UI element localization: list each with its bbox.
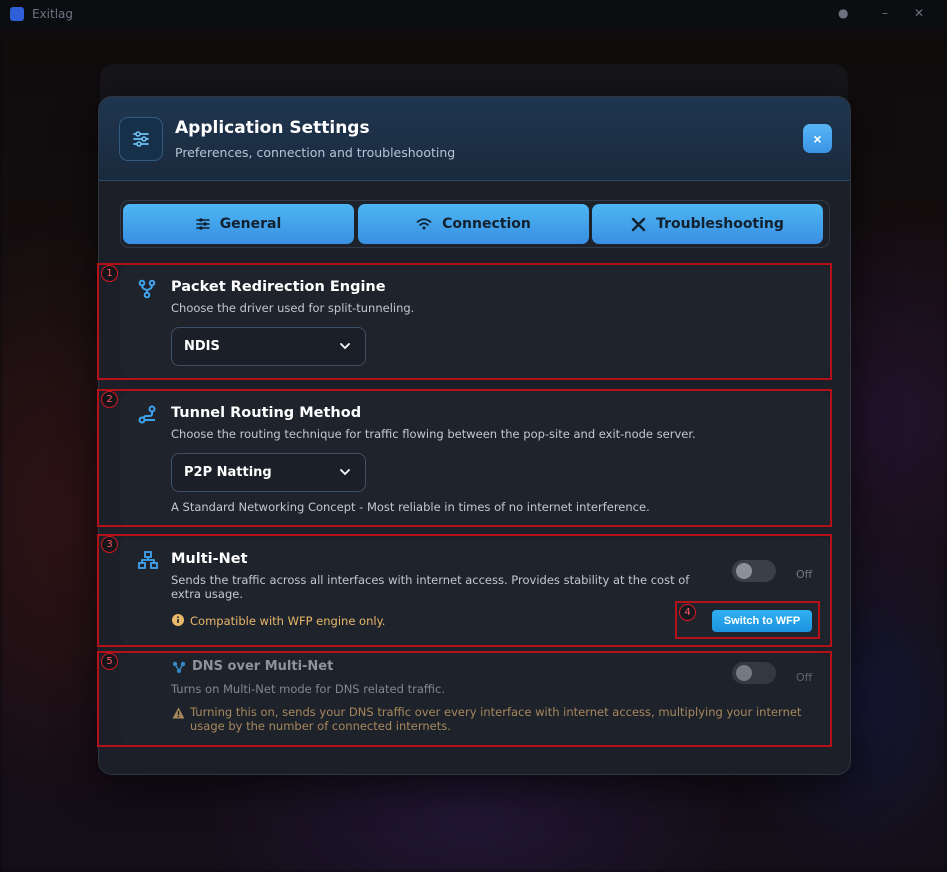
tab-troubleshooting[interactable]: Troubleshooting <box>592 204 823 244</box>
card-description: Turns on Multi-Net mode for DNS related … <box>171 682 445 696</box>
dns-multinet-toggle[interactable] <box>732 662 776 684</box>
toggle-state-label: Off <box>796 671 813 684</box>
chevron-down-icon <box>340 469 350 476</box>
window-titlebar: Exitlag ● – ✕ <box>0 0 947 28</box>
modal-title: Application Settings <box>175 118 370 138</box>
warning-icon <box>172 707 185 719</box>
chevron-down-icon <box>340 343 350 350</box>
annotation-number: 3 <box>101 536 118 553</box>
network-icon <box>138 551 158 569</box>
settings-sliders-icon <box>119 117 163 161</box>
route-icon <box>138 405 156 424</box>
app-logo <box>10 7 24 21</box>
sliders-icon <box>195 218 210 230</box>
card-description: Sends the traffic across all interfaces … <box>171 573 690 601</box>
tab-label: General <box>219 216 282 232</box>
toggle-state-label: Off <box>796 568 813 581</box>
switch-to-wfp-button[interactable]: Switch to WFP <box>712 610 812 632</box>
annotation-number: 5 <box>101 653 118 670</box>
select-value: NDIS <box>184 339 220 354</box>
settings-modal: Application Settings Preferences, connec… <box>98 96 851 775</box>
multinet-toggle[interactable] <box>732 560 776 582</box>
compat-note: Compatible with WFP engine only. <box>190 614 386 628</box>
toggle-knob <box>736 665 752 681</box>
annotation-number: 1 <box>101 265 118 282</box>
modal-subtitle: Preferences, connection and troubleshoot… <box>175 145 456 160</box>
dns-multinet-card: DNS over Multi-Net Turns on Multi-Net mo… <box>120 653 830 745</box>
annotation-number: 4 <box>679 604 696 621</box>
tab-general[interactable]: General <box>123 204 354 244</box>
tab-connection[interactable]: Connection <box>358 204 589 244</box>
window-minimize-button[interactable]: – <box>882 6 888 20</box>
app-title: Exitlag <box>32 7 74 21</box>
tab-bar: General Connection Troubleshooting <box>120 200 830 248</box>
routing-method-select[interactable]: P2P Natting <box>171 453 366 492</box>
card-title: Packet Redirection Engine <box>171 279 386 295</box>
tab-label: Troubleshooting <box>656 216 784 232</box>
dns-warning: Turning this on, sends your DNS traffic … <box>190 705 802 733</box>
close-button[interactable]: × <box>803 124 832 153</box>
select-value: P2P Natting <box>184 465 272 480</box>
card-description: Choose the driver used for split-tunneli… <box>171 301 415 315</box>
packet-engine-select[interactable]: NDIS <box>171 327 366 366</box>
window-close-button[interactable]: ✕ <box>914 6 924 20</box>
fork-icon <box>138 279 156 299</box>
annotation-number: 2 <box>101 391 118 408</box>
card-description: Choose the routing technique for traffic… <box>171 427 696 441</box>
card-title: Tunnel Routing Method <box>171 405 362 421</box>
share-icon <box>172 661 186 673</box>
minimize-icon[interactable]: ● <box>838 6 848 20</box>
wifi-icon <box>416 218 432 230</box>
tools-icon <box>631 217 646 231</box>
toggle-knob <box>736 563 752 579</box>
card-title: DNS over Multi-Net <box>192 659 334 674</box>
tab-label: Connection <box>442 216 531 232</box>
info-icon <box>172 614 184 626</box>
modal-header: Application Settings Preferences, connec… <box>99 97 850 181</box>
routing-note: A Standard Networking Concept - Most rel… <box>171 500 650 514</box>
packet-engine-card: Packet Redirection Engine Choose the dri… <box>120 265 830 378</box>
routing-card: Tunnel Routing Method Choose the routing… <box>120 391 830 526</box>
card-title: Multi-Net <box>171 551 248 567</box>
